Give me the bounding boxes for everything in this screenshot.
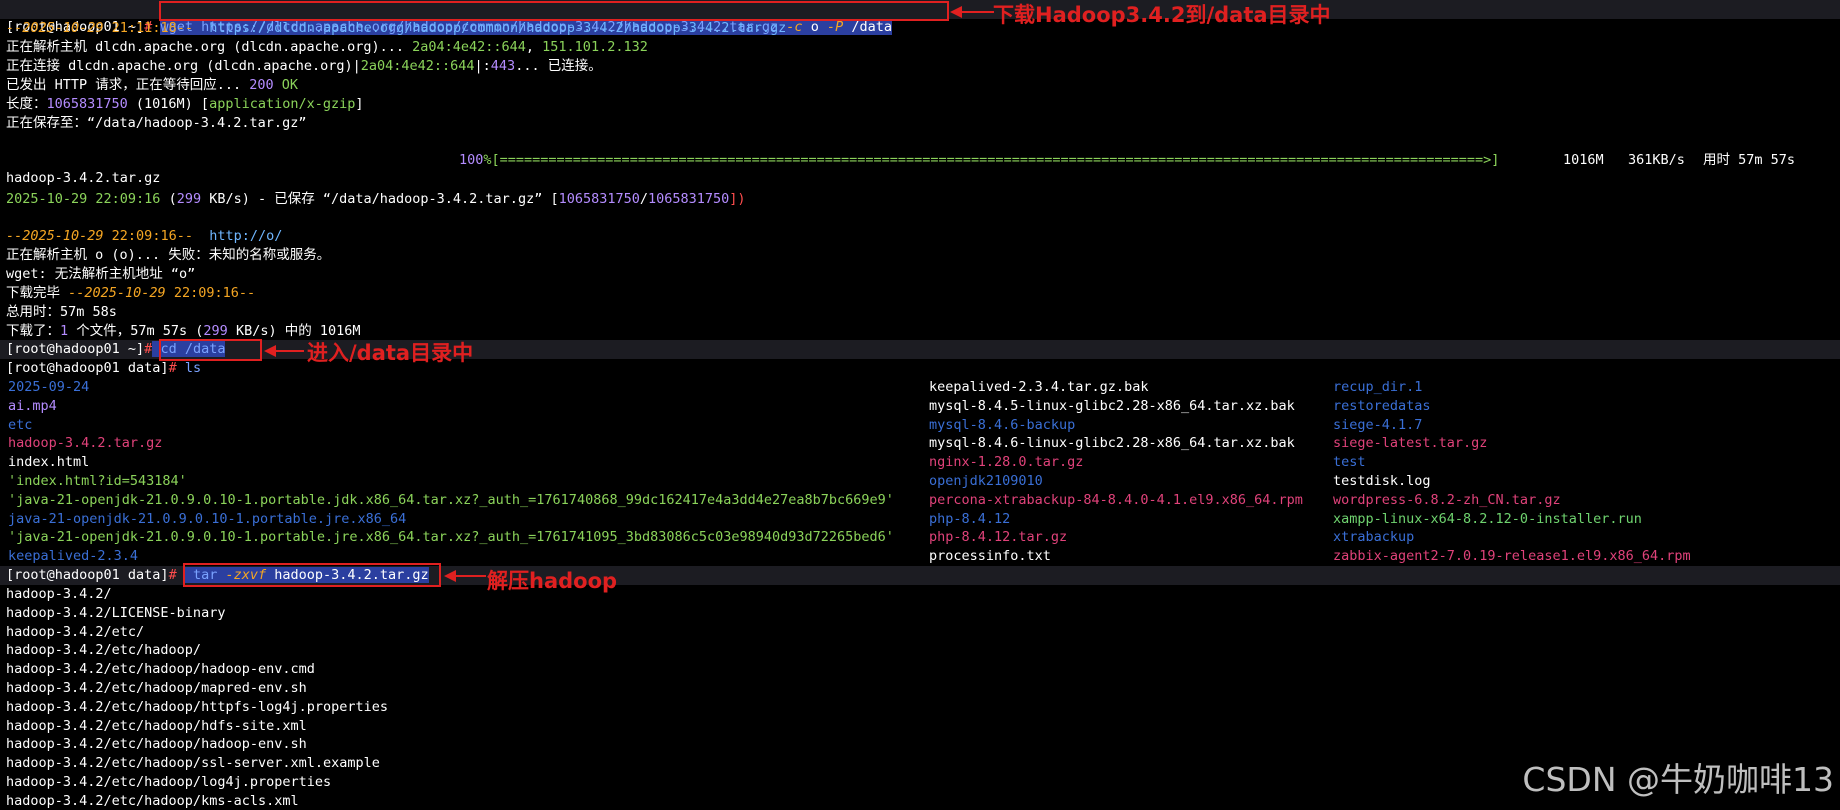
tar-output-line: hadoop-3.4.2/etc/hadoop/ssl-server.xml.e… — [6, 755, 380, 772]
tar-output-line: hadoop-3.4.2/ — [6, 586, 112, 602]
arrow-head-icon — [444, 570, 456, 582]
output-line: 总用时：57m 58s — [6, 304, 117, 320]
download-progress-line: hadoop-3.4.2.tar.gz — [6, 151, 160, 186]
tar-output-line: hadoop-3.4.2/etc/hadoop/log4j.properties — [6, 774, 332, 790]
ls-entry: etc — [8, 416, 33, 433]
ls-entry: siege-4.1.7 — [1333, 416, 1423, 433]
output-line: 已发出 HTTP 请求，正在等待回应... 200 OK — [6, 77, 299, 93]
annotation-enter-dir: 进入/data目录中 — [307, 341, 474, 365]
ls-command[interactable]: ls — [177, 360, 201, 376]
tar-output-line: hadoop-3.4.2/etc/hadoop/mapred-env.sh — [6, 680, 307, 696]
annotation-download: 下载Hadoop3.4.2到/data目录中 — [993, 3, 1331, 27]
ls-entry: restoredatas — [1333, 397, 1431, 414]
ls-entry: testdisk.log — [1333, 473, 1431, 489]
ls-entry: 'index.html?id=543184' — [8, 473, 187, 489]
download-filename: hadoop-3.4.2.tar.gz — [6, 170, 161, 186]
ls-entry: xampp-linux-x64-8.2.12-0-installer.run — [1333, 510, 1642, 527]
output-line: 正在连接 dlcdn.apache.org (dlcdn.apache.org)… — [6, 58, 602, 74]
download-rate: 361KB/s — [1628, 152, 1685, 168]
output-line: 长度：1065831750 (1016M) [application/x-gzi… — [6, 96, 364, 112]
ls-entry: mysql-8.4.6-backup — [929, 416, 1076, 433]
annotation-arrow — [958, 11, 994, 13]
output-line: 正在保存至：“/data/hadoop-3.4.2.tar.gz” — [6, 115, 307, 131]
ls-entry: zabbix-agent2-7.0.19-release1.el9.x86_64… — [1333, 548, 1691, 565]
ls-entry: recup_dir.1 — [1333, 379, 1423, 395]
ls-entry: mysql-8.4.5-linux-glibc2.28-x86_64.tar.x… — [929, 397, 1295, 414]
tar-output-line: hadoop-3.4.2/etc/hadoop/hadoop-env.sh — [6, 736, 307, 753]
arrow-head-icon — [950, 6, 962, 18]
download-progress-bar: 100%[===================================… — [459, 152, 1500, 168]
ls-entry: hadoop-3.4.2.tar.gz — [8, 435, 163, 452]
ls-entry: index.html — [8, 454, 90, 471]
tar-output-line: hadoop-3.4.2/etc/hadoop/kms-acls.xml — [6, 792, 299, 809]
annotation-box-wget — [159, 1, 949, 21]
output-line: --2025-10-29 21:11:18-- https://dlcdn.ap… — [6, 20, 787, 36]
ls-entry: php-8.4.12 — [929, 510, 1011, 527]
download-size: 1016M — [1563, 152, 1604, 168]
download-time: 用时 57m 57s — [1703, 152, 1796, 168]
output-line: 2025-10-29 22:09:16 (299 KB/s) - 已保存 “/d… — [6, 191, 746, 207]
prompt: [root@hadoop01 data] — [6, 567, 169, 583]
watermark: CSDN @牛奶咖啡13 — [1522, 760, 1834, 799]
annotation-box-cd — [159, 339, 262, 361]
ls-entry: keepalived-2.3.4.tar.gz.bak — [929, 379, 1149, 395]
output-line: 下载完毕 --2025-10-29 22:09:16-- — [6, 285, 256, 301]
annotation-box-tar — [183, 563, 441, 587]
tar-output-line: hadoop-3.4.2/etc/ — [6, 623, 145, 640]
tar-output-line: hadoop-3.4.2/etc/hadoop/httpfs-log4j.pro… — [6, 698, 389, 715]
arrow-head-icon — [264, 345, 276, 357]
tar-output-line: hadoop-3.4.2/etc/hadoop/hadoop-env.cmd — [6, 661, 315, 678]
annotation-extract: 解压hadoop — [487, 569, 618, 593]
ls-entry: java-21-openjdk-21.0.9.0.10-1.portable.j… — [8, 510, 407, 527]
prompt-line-ls: [root@hadoop01 data]# ls — [6, 360, 202, 376]
annotation-arrow — [452, 575, 486, 577]
ls-entry: processinfo.txt — [929, 548, 1051, 565]
tar-output-line: hadoop-3.4.2/etc/hadoop/ — [6, 642, 202, 659]
ls-entry: wordpress-6.8.2-zh_CN.tar.gz — [1333, 491, 1561, 508]
ls-entry: xtrabackup — [1333, 529, 1415, 546]
ls-entry: mysql-8.4.6-linux-glibc2.28-x86_64.tar.x… — [929, 435, 1295, 452]
tar-output-line: hadoop-3.4.2/etc/hadoop/hdfs-site.xml — [6, 717, 307, 734]
ls-entry: test — [1333, 454, 1366, 471]
prompt: [root@hadoop01 ~] — [6, 341, 145, 357]
tar-output-line: hadoop-3.4.2/LICENSE-binary — [6, 604, 226, 621]
ls-entry: ai.mp4 — [8, 397, 57, 414]
ls-entry: 2025-09-24 — [8, 379, 90, 395]
ls-entry: 'java-21-openjdk-21.0.9.0.10-1.portable.… — [8, 491, 894, 508]
ls-entry: percona-xtrabackup-84-8.4.0-4.1.el9.x86_… — [929, 491, 1303, 508]
output-line: 正在解析主机 o (o)... 失败：未知的名称或服务。 — [6, 247, 331, 263]
ls-entry: 'java-21-openjdk-21.0.9.0.10-1.portable.… — [8, 529, 894, 546]
output-line: wget: 无法解析主机地址 “o” — [6, 266, 196, 282]
prompt: [root@hadoop01 data] — [6, 360, 169, 376]
annotation-arrow — [272, 350, 304, 352]
ls-entry: siege-latest.tar.gz — [1333, 435, 1488, 452]
output-line: 正在解析主机 dlcdn.apache.org (dlcdn.apache.or… — [6, 39, 648, 55]
output-line: --2025-10-29 22:09:16-- http://o/ — [6, 228, 283, 244]
ls-entry: php-8.4.12.tar.gz — [929, 529, 1068, 546]
ls-entry: keepalived-2.3.4 — [8, 548, 139, 565]
ls-entry: nginx-1.28.0.tar.gz — [929, 454, 1084, 471]
ls-entry: openjdk2109010 — [929, 473, 1043, 489]
